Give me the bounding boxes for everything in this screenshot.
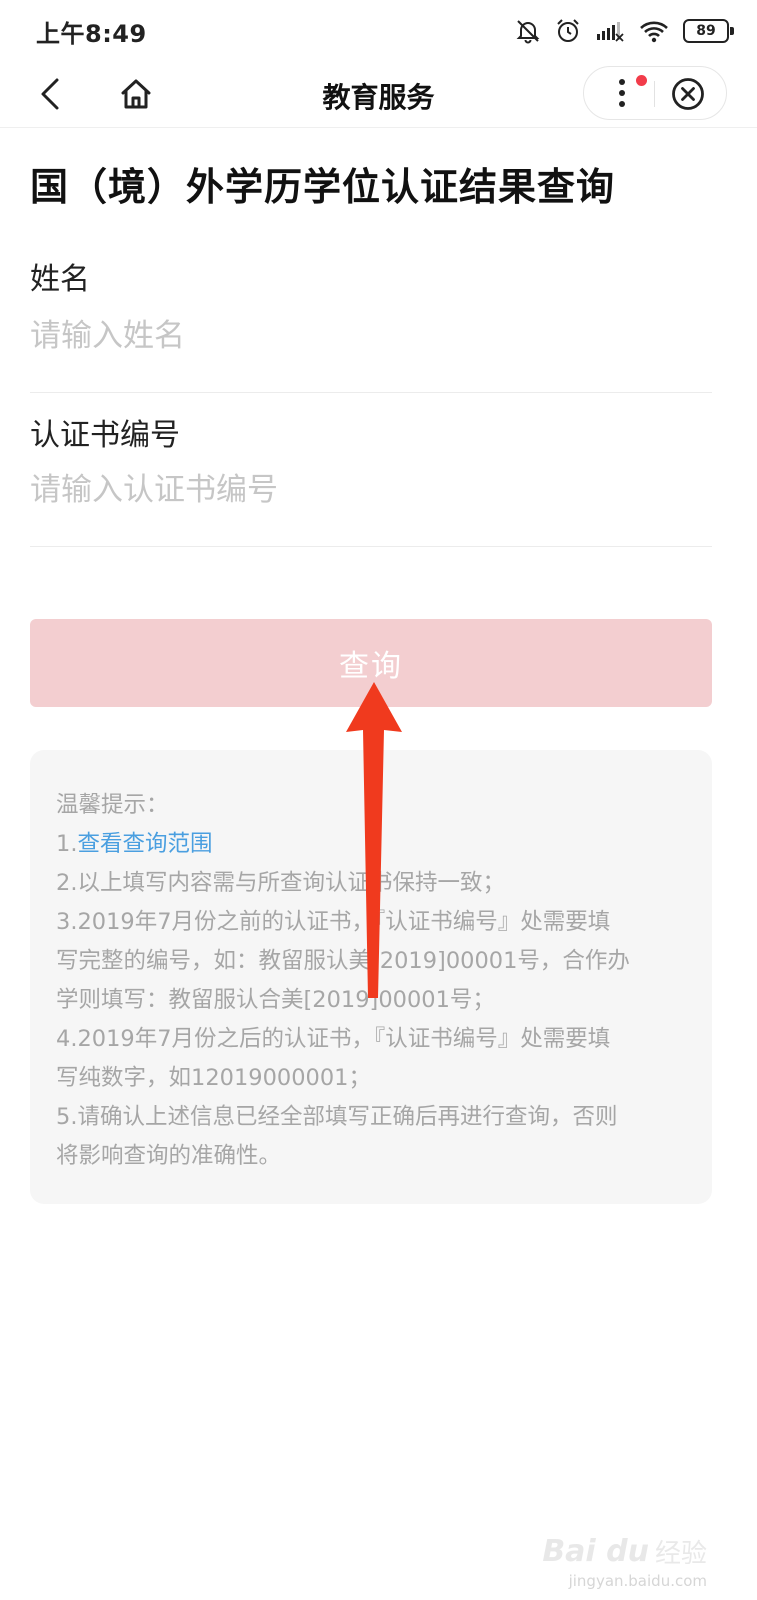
signal-icon [595,20,625,42]
cert-number-field: 认证书编号 [30,410,712,547]
query-scope-link[interactable]: 查看查询范围 [77,831,212,857]
alarm-icon [555,18,581,44]
watermark: Bai du 经验 [542,1533,707,1570]
annotation-arrow-icon [346,682,402,998]
watermark-brand: Bai du [542,1534,649,1569]
page-title: 国（境）外学历学位认证结果查询 [30,165,616,209]
nav-bar: 教育服务 [0,62,757,128]
status-time: 上午8:49 [36,20,147,48]
notification-badge [636,75,647,86]
name-label: 姓名 [30,262,90,297]
name-input[interactable] [30,312,712,360]
cert-number-input[interactable] [30,466,712,514]
tips-line: 4.2019年7月份之后的认证书，『认证书编号』处需要填 [56,1026,611,1052]
bell-muted-icon [515,18,541,44]
capsule-divider [654,81,655,107]
cert-number-label: 认证书编号 [30,418,180,453]
battery-level: 89 [696,23,716,39]
more-dots-icon [619,79,625,107]
tips-line: 写纯数字，如12019000001； [56,1065,371,1091]
battery-icon: 89 [683,19,734,43]
tips-line: 5.请确认上述信息已经全部填写正确后再进行查询，否则 [56,1104,618,1130]
status-bar: 上午8:49 89 [0,0,757,62]
close-circle-icon [672,78,704,110]
capsule-menu [583,66,727,120]
tips-item-1-prefix: 1. [56,831,78,857]
close-button[interactable] [664,71,712,117]
name-field: 姓名 [30,254,712,393]
more-button[interactable] [592,69,652,117]
tips-line: 将影响查询的准确性。 [56,1143,282,1169]
watermark-text: 经验 [654,1539,707,1569]
wifi-icon [639,19,669,43]
status-icons: 89 [515,16,734,46]
watermark-url: jingyan.baidu.com [568,1572,707,1590]
